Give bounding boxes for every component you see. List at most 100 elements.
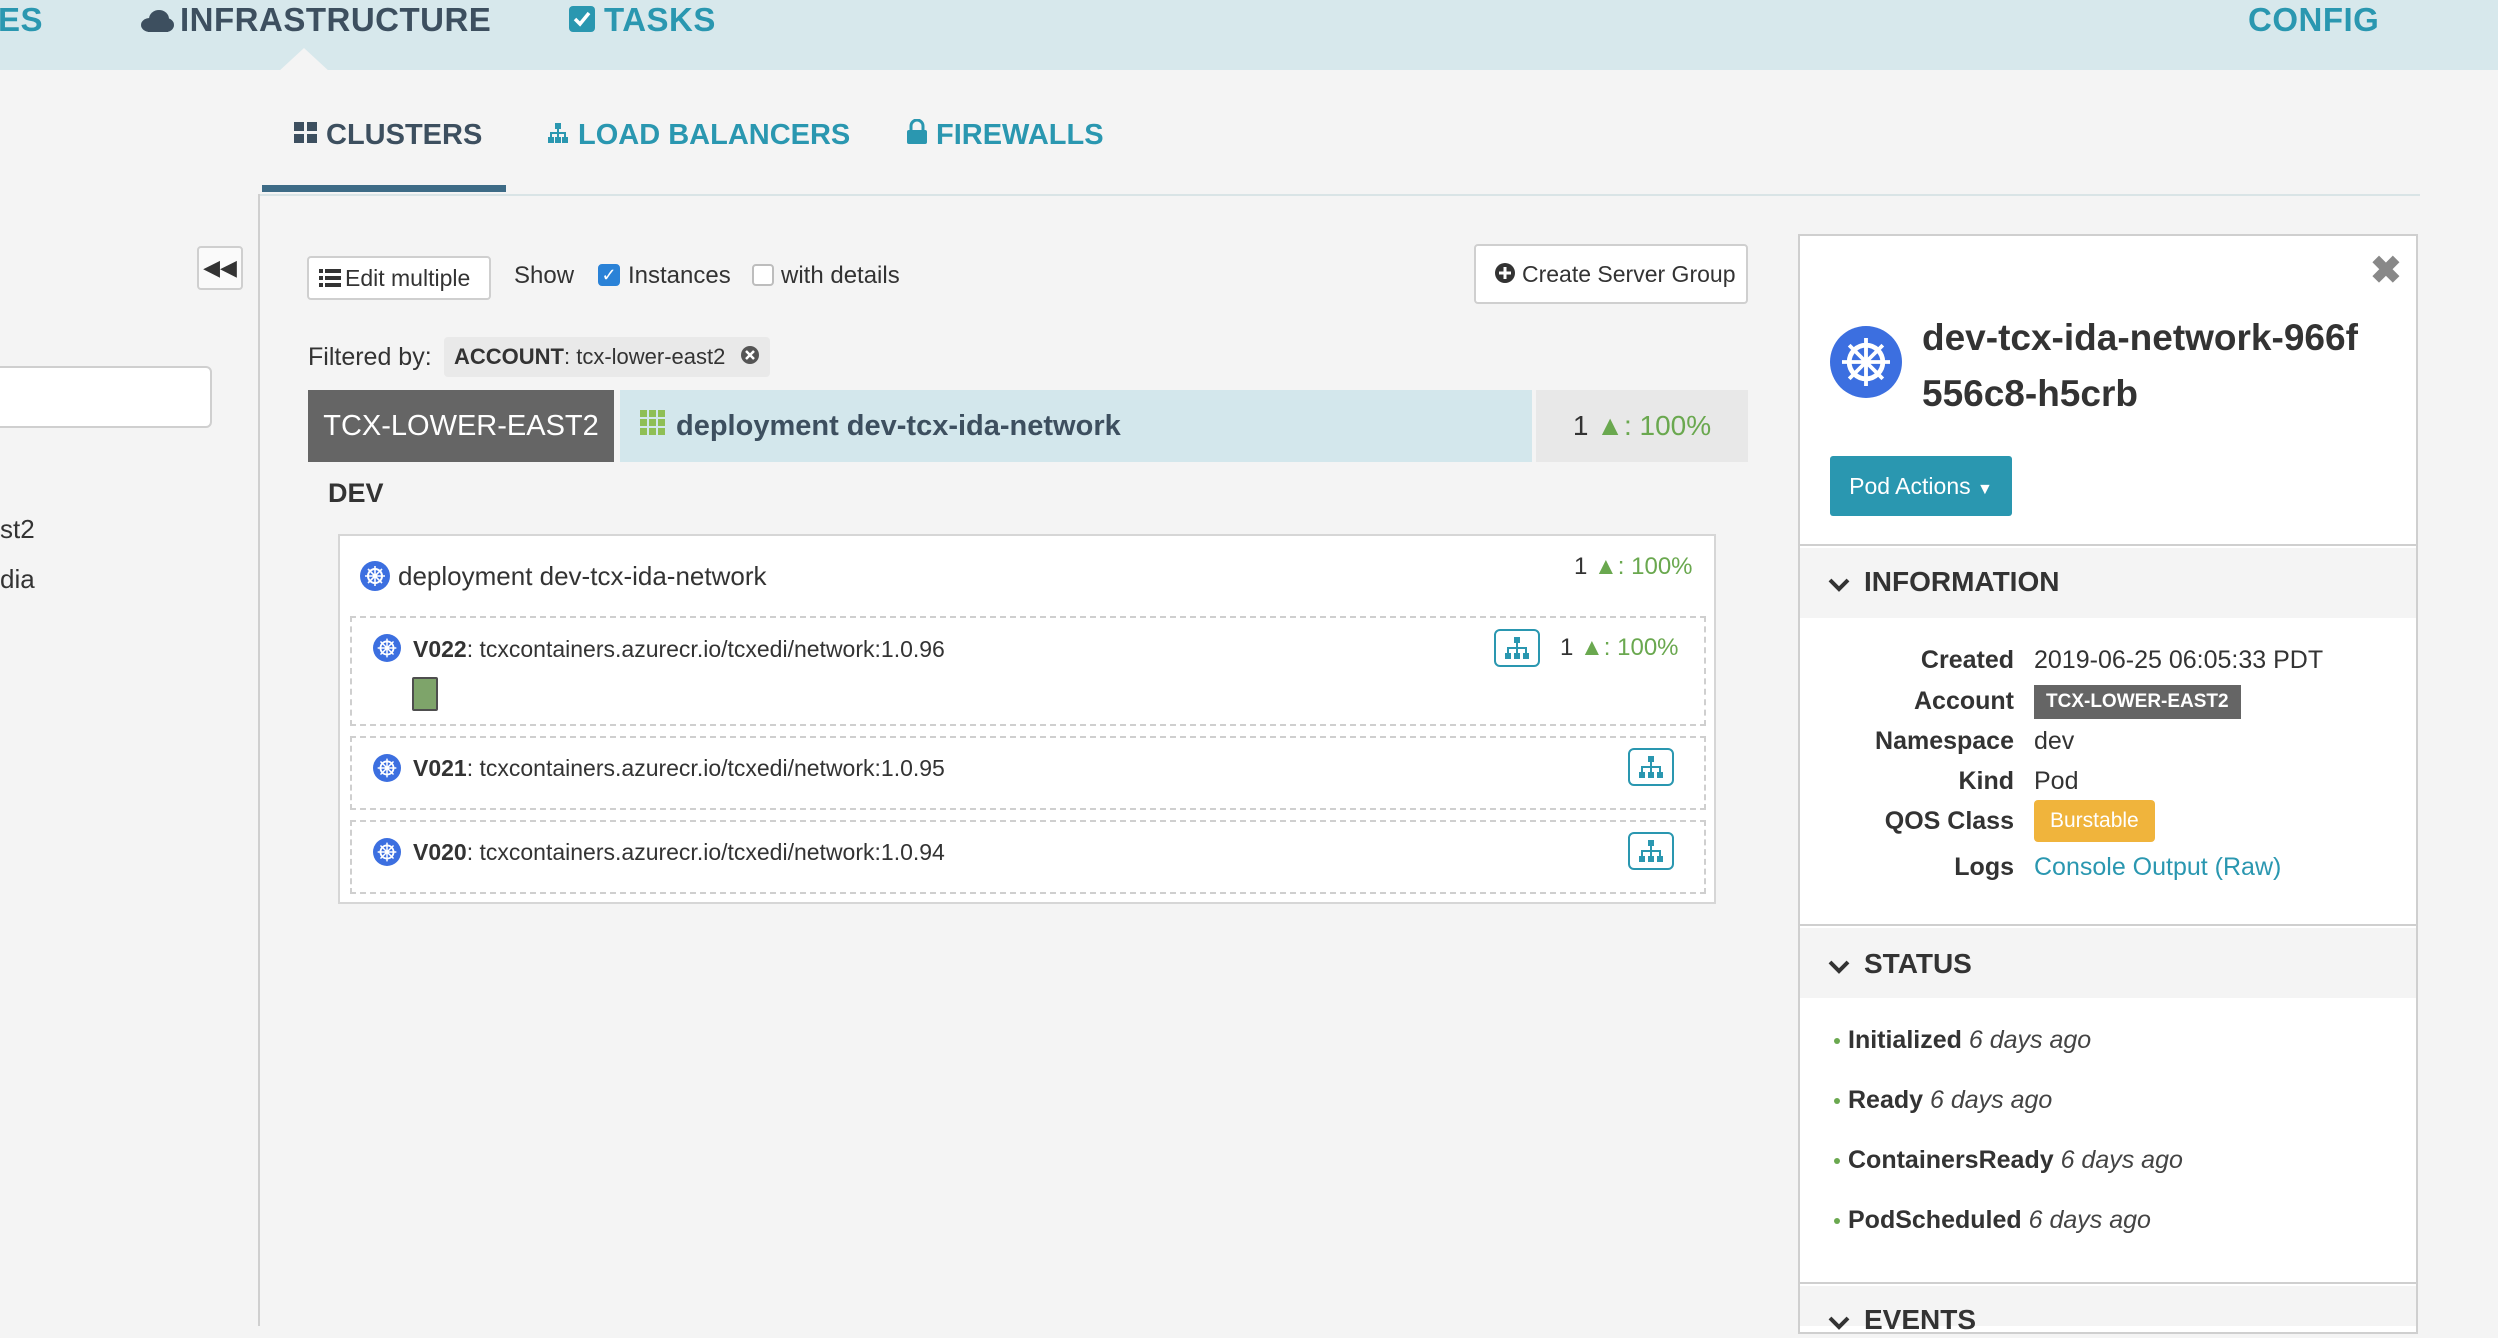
remove-filter-icon[interactable]: [740, 338, 760, 378]
field-created-key: Created: [1920, 646, 2014, 674]
nav-item-partial[interactable]: ES: [0, 0, 43, 40]
server-group-version: V022: [413, 636, 467, 662]
cluster-account-header: TCX-LOWER-EAST2: [308, 390, 614, 462]
kubernetes-icon: [373, 634, 401, 662]
sidebar-item[interactable]: st2: [0, 514, 35, 545]
field-qos-value: Burstable: [2034, 800, 2155, 842]
divider: [1800, 924, 2416, 926]
instances-checkbox[interactable]: ✓: [598, 264, 620, 286]
chevron-down-icon: [1828, 1306, 1850, 1338]
field-namespace-key: Namespace: [1875, 727, 2014, 755]
filter-tag: ACCOUNT: tcx-lower-east2: [444, 337, 770, 377]
tab-clusters[interactable]: CLUSTERS: [294, 115, 482, 155]
caret-down-icon: ▼: [1977, 481, 1993, 498]
status-time: 6 days ago: [2028, 1206, 2151, 1234]
server-group-label[interactable]: V021: tcxcontainers.azurecr.io/tcxedi/ne…: [413, 755, 945, 782]
server-group-label[interactable]: V020: tcxcontainers.azurecr.io/tcxedi/ne…: [413, 839, 945, 866]
status-name: ContainersReady: [1848, 1146, 2054, 1174]
box-health-percent: : 100%: [1617, 553, 1693, 580]
kubernetes-icon: [373, 838, 401, 866]
sitemap-icon: [1630, 756, 1672, 788]
status-item: Initialized 6 days ago: [1834, 1026, 2091, 1055]
tab-label-clusters: CLUSTERS: [326, 119, 483, 151]
field-account-value: TCX-LOWER-EAST2: [2034, 685, 2241, 719]
sidebar-item[interactable]: dia: [0, 564, 35, 595]
pod-actions-label: Pod Actions: [1849, 473, 1971, 499]
filter-tag-key: ACCOUNT: [454, 344, 564, 369]
server-group-image: : tcxcontainers.azurecr.io/tcxedi/networ…: [466, 839, 945, 865]
edit-multiple-button[interactable]: Edit multiple: [307, 256, 491, 300]
pod-actions-button[interactable]: Pod Actions ▼: [1830, 456, 2012, 516]
load-balancer-button[interactable]: [1628, 748, 1674, 786]
cluster-health: 1 ▲: 100%: [1536, 390, 1748, 462]
nav-label-tasks: TASKS: [604, 1, 716, 38]
nav-item-config[interactable]: CONFIG: [2248, 0, 2379, 40]
divider: [1800, 544, 2416, 546]
status-dot-icon: [1834, 1098, 1840, 1105]
tab-load-balancers[interactable]: LOAD BALANCERS: [546, 115, 850, 155]
plus-circle-icon: [1494, 248, 1516, 304]
status-name: Initialized: [1848, 1026, 1962, 1054]
cluster-deployment-name: deployment dev-tcx-ida-network: [676, 410, 1121, 442]
field-account-key: Account: [1914, 687, 2014, 715]
close-icon[interactable]: ✖: [2370, 248, 2402, 293]
pod-title-line1: dev-tcx-ida-network-966f: [1922, 317, 2358, 358]
instances-label: Instances: [628, 262, 731, 289]
nav-item-infrastructure[interactable]: INFRASTRUCTURE: [140, 0, 491, 40]
information-section-title[interactable]: INFORMATION: [1828, 566, 2059, 600]
tab-firewalls[interactable]: FIREWALLS: [906, 115, 1104, 155]
cluster-deployment-header[interactable]: deployment dev-tcx-ida-network: [620, 390, 1532, 462]
edit-multiple-label: Edit multiple: [345, 265, 471, 291]
status-section-title[interactable]: STATUS: [1828, 948, 1972, 982]
field-qos-key: QOS Class: [1884, 807, 2014, 835]
health-count: 1: [1572, 410, 1589, 441]
create-server-group-label: Create Server Group: [1522, 261, 1736, 287]
sg-health-count: 1: [1560, 634, 1574, 661]
env-label: DEV: [328, 478, 384, 508]
double-chevron-left-icon: ◀◀: [203, 255, 237, 280]
grid-icon: [294, 116, 318, 156]
sg-health-percent: : 100%: [1603, 634, 1679, 661]
server-group-image: : tcxcontainers.azurecr.io/tcxedi/networ…: [466, 755, 945, 781]
create-server-group-button[interactable]: Create Server Group: [1474, 244, 1748, 304]
box-health-count: 1: [1574, 553, 1588, 580]
server-group-label[interactable]: V022: tcxcontainers.azurecr.io/tcxedi/ne…: [413, 636, 945, 663]
up-arrow-icon: ▲: [1594, 553, 1618, 580]
chevron-down-icon: [1828, 568, 1850, 600]
with-details-checkbox[interactable]: [752, 264, 774, 286]
field-logs-key: Logs: [1954, 853, 2014, 881]
status-dot-icon: [1834, 1158, 1840, 1165]
server-group-image: : tcxcontainers.azurecr.io/tcxedi/networ…: [466, 636, 945, 662]
status-name: PodScheduled: [1848, 1206, 2022, 1234]
show-label: Show: [514, 262, 575, 289]
instance-chip[interactable]: [412, 677, 438, 711]
console-output-link[interactable]: Console Output (Raw): [2034, 853, 2281, 882]
collapse-sidebar-button[interactable]: ◀◀: [197, 246, 243, 290]
nav-item-tasks[interactable]: TASKS: [568, 0, 716, 40]
events-section-title[interactable]: EVENTS: [1828, 1304, 1976, 1338]
list-icon: [319, 260, 341, 300]
status-item: PodScheduled 6 days ago: [1834, 1206, 2151, 1235]
with-details-label: with details: [781, 262, 900, 289]
server-group-version: V021: [413, 755, 467, 781]
field-kind-key: Kind: [1958, 767, 2014, 795]
load-balancer-button[interactable]: [1494, 629, 1540, 667]
status-time: 6 days ago: [1930, 1086, 2053, 1114]
status-title-text: STATUS: [1864, 948, 1972, 979]
deployment-box-title[interactable]: deployment dev-tcx-ida-network: [398, 561, 767, 592]
pod-title: dev-tcx-ida-network-966f 556c8-h5crb: [1922, 310, 2358, 422]
field-namespace-value: dev: [2034, 727, 2075, 755]
sitemap-icon: [1496, 637, 1538, 669]
health-percent: : 100%: [1623, 410, 1712, 441]
tab-label-load-balancers: LOAD BALANCERS: [578, 119, 851, 151]
kubernetes-icon: [1830, 326, 1902, 398]
kubernetes-icon: [373, 754, 401, 782]
server-group-health: 1 ▲: 100%: [1560, 634, 1679, 662]
server-group-version: V020: [413, 839, 467, 865]
sidebar-search-input[interactable]: [0, 366, 212, 428]
filter-tag-value: : tcx-lower-east2: [564, 344, 726, 369]
load-balancer-button[interactable]: [1628, 832, 1674, 870]
deployment-box-health: 1 ▲: 100%: [1574, 553, 1693, 581]
left-sidebar: [0, 194, 260, 1326]
field-kind-value: Pod: [2034, 767, 2079, 795]
